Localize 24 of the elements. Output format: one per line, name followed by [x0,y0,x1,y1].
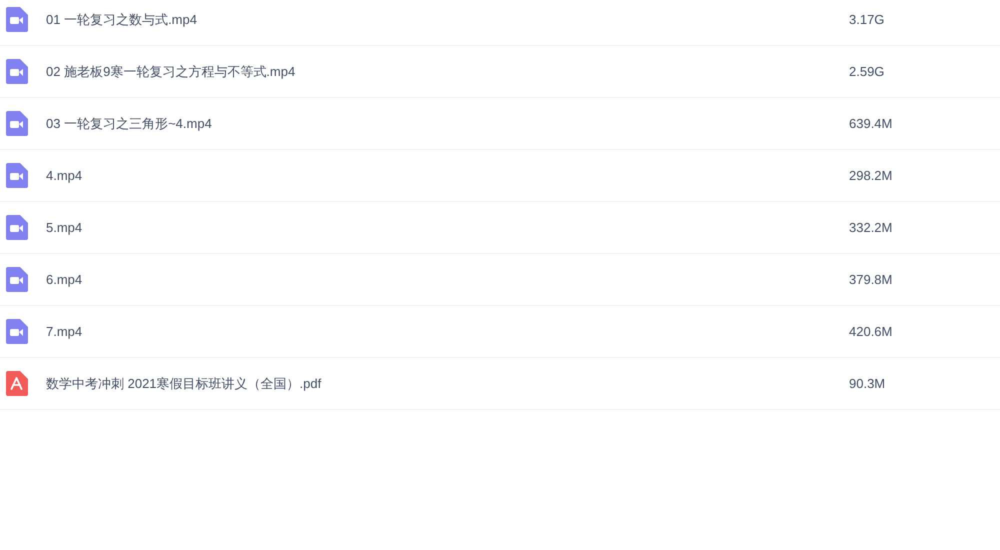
file-name[interactable]: 5.mp4 [46,220,846,235]
video-file-icon [5,59,28,84]
file-size: 420.6M [849,324,892,339]
file-name[interactable]: 7.mp4 [46,324,846,339]
video-file-icon [5,267,28,292]
video-file-icon [5,111,28,136]
file-name[interactable]: 01 一轮复习之数与式.mp4 [46,10,846,28]
video-file-icon [5,319,28,344]
pdf-file-icon [5,371,28,396]
file-name[interactable]: 6.mp4 [46,272,846,287]
file-size: 2.59G [849,64,884,79]
file-size: 298.2M [849,168,892,183]
file-name[interactable]: 4.mp4 [46,168,846,183]
file-size: 90.3M [849,376,886,391]
file-name[interactable]: 02 施老板9寒一轮复习之方程与不等式.mp4 [46,62,846,80]
video-file-icon [5,163,28,188]
file-size: 639.4M [849,116,892,131]
video-file-icon [5,215,28,240]
file-size: 3.17G [849,12,884,27]
file-name[interactable]: 03 一轮复习之三角形~4.mp4 [46,114,846,132]
file-size: 332.2M [849,220,892,235]
file-size: 379.8M [849,272,892,287]
file-name[interactable]: 数学中考冲刺 2021寒假目标班讲义（全国）.pdf [46,374,846,392]
video-file-icon [5,7,28,32]
